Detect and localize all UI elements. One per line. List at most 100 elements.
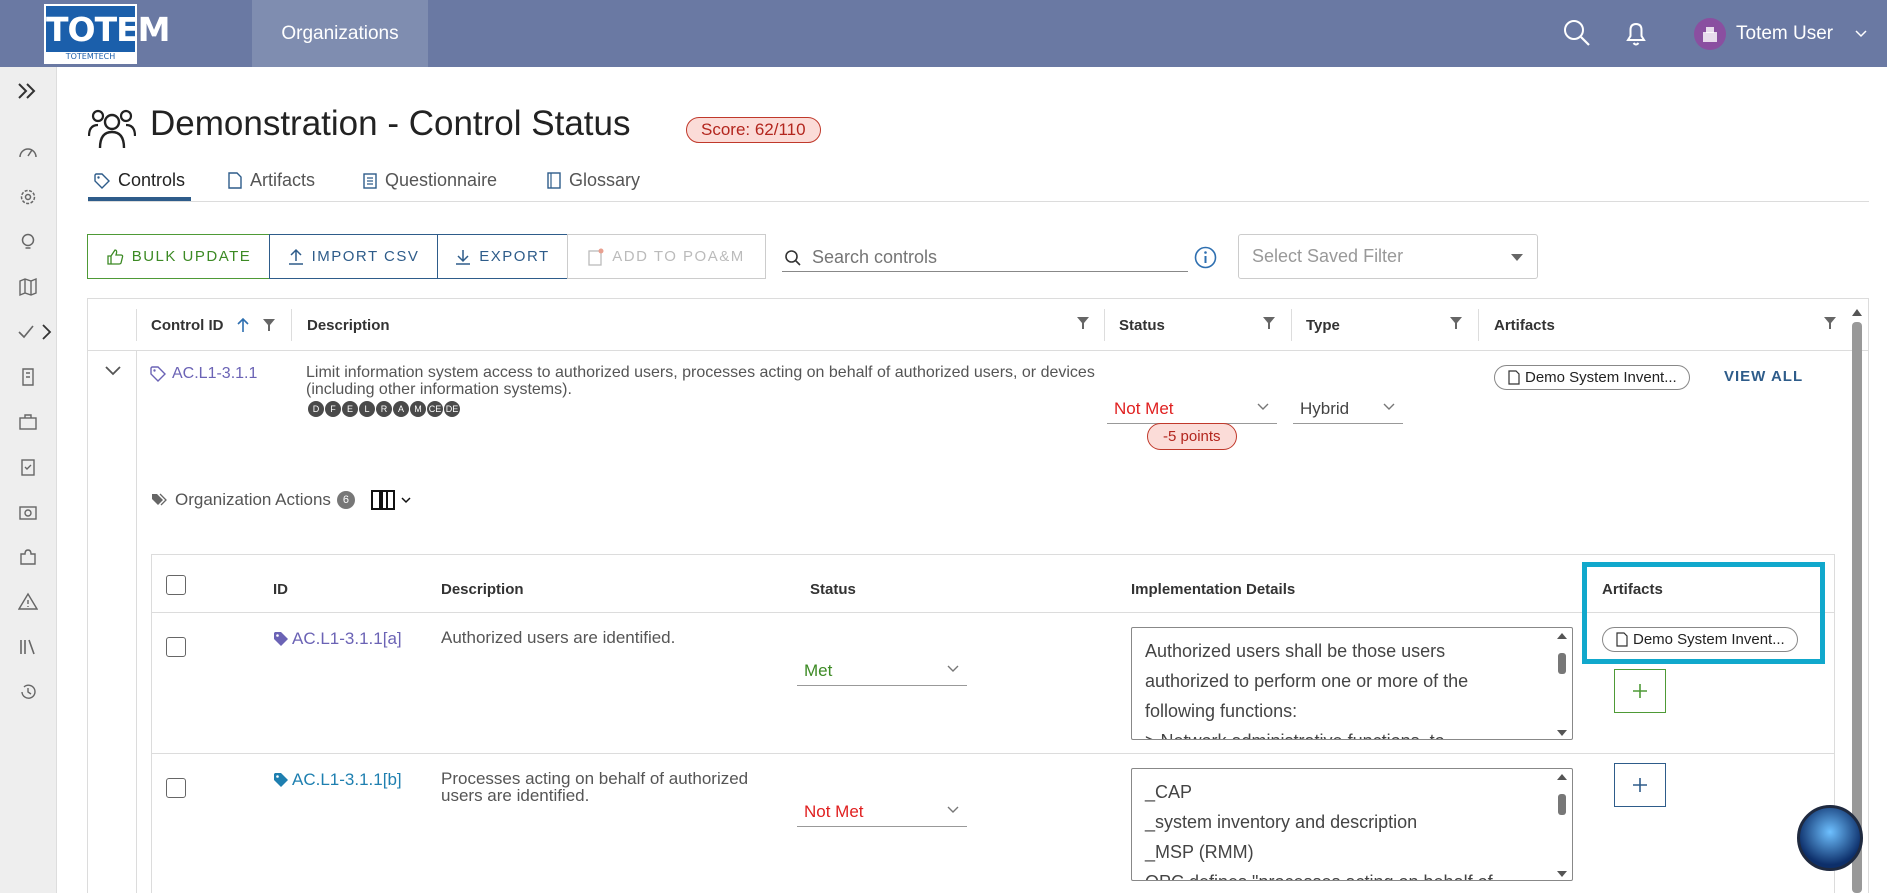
lightbulb-icon[interactable]: [17, 231, 39, 253]
row-id-text: AC.L1-3.1.1[b]: [292, 770, 402, 789]
row-status-value: Not Met: [804, 801, 864, 821]
download-icon: [456, 249, 471, 265]
upload-icon: [288, 248, 303, 265]
grid-scrollbar[interactable]: [1849, 302, 1865, 893]
briefcase-icon[interactable]: [17, 411, 39, 433]
row-status-select[interactable]: Not Met: [797, 797, 967, 827]
sub-col-description[interactable]: Description: [441, 581, 524, 598]
tab-glossary[interactable]: Glossary: [547, 170, 640, 191]
sub-col-status[interactable]: Status: [810, 581, 856, 598]
filter-icon[interactable]: [1262, 316, 1276, 330]
chevron-down-icon[interactable]: [104, 365, 122, 377]
col-status[interactable]: Status: [1119, 299, 1165, 351]
row-checkbox[interactable]: [166, 778, 186, 798]
grid-header: Control ID Description Status Type Artif…: [88, 299, 1868, 351]
tab-questionnaire-label: Questionnaire: [385, 170, 498, 190]
col-type[interactable]: Type: [1306, 299, 1340, 351]
book-icon: [547, 172, 561, 189]
tab-artifacts[interactable]: Artifacts: [228, 170, 315, 191]
saved-filter-placeholder: Select Saved Filter: [1252, 246, 1404, 266]
row-checkbox[interactable]: [166, 637, 186, 657]
organization-actions-header[interactable]: Organization Actions 6: [151, 490, 411, 510]
implementation-details-textarea[interactable]: _CAP _system inventory and description _…: [1131, 768, 1573, 881]
nav-organizations[interactable]: Organizations: [252, 0, 428, 67]
users-group-icon: [87, 106, 137, 157]
col-description[interactable]: Description: [307, 299, 390, 351]
status-select[interactable]: Not Met: [1107, 394, 1277, 424]
tab-glossary-label: Glossary: [569, 170, 641, 190]
type-value: Hybrid: [1300, 398, 1350, 418]
puzzle-icon[interactable]: [17, 546, 39, 568]
bell-icon[interactable]: [1619, 16, 1653, 50]
badge: E: [342, 401, 358, 417]
view-all-link[interactable]: VIEW ALL: [1724, 368, 1803, 385]
chevron-down-icon: [1383, 403, 1395, 410]
control-id-link[interactable]: AC.L1-3.1.1: [150, 365, 257, 383]
add-artifact-button[interactable]: [1614, 763, 1666, 807]
sort-up-icon[interactable]: [236, 317, 250, 333]
columns-icon[interactable]: [370, 490, 395, 510]
saved-filter-select[interactable]: Select Saved Filter: [1238, 234, 1538, 279]
export-label: EXPORT: [479, 248, 550, 265]
history-icon[interactable]: [17, 681, 39, 703]
score-badge: Score: 62/110: [686, 117, 821, 143]
search-icon[interactable]: [1560, 16, 1594, 50]
expand-sidebar-icon[interactable]: [16, 81, 40, 106]
artifact-chip[interactable]: Demo System Invent...: [1494, 365, 1690, 390]
warning-icon[interactable]: [17, 591, 39, 613]
badge-row: D F E L R A M CE DE: [308, 401, 460, 417]
sub-col-implementation-details[interactable]: Implementation Details: [1131, 581, 1295, 598]
impl-line: _system inventory and description: [1145, 812, 1418, 832]
help-chat-avatar[interactable]: [1797, 805, 1863, 871]
import-csv-button[interactable]: IMPORT CSV: [269, 234, 438, 279]
filter-icon[interactable]: [1449, 316, 1463, 330]
logo-subtext: TOTEMTECH: [46, 52, 135, 62]
badge: DE: [444, 401, 460, 417]
select-all-checkbox[interactable]: [166, 575, 186, 595]
impl-line: Authorized users shall be those users: [1145, 641, 1446, 661]
filter-icon[interactable]: [1823, 316, 1837, 330]
type-select[interactable]: Hybrid: [1293, 394, 1403, 424]
textarea-scrollbar[interactable]: [1554, 630, 1570, 739]
bulk-update-label: BULK UPDATE: [131, 248, 252, 265]
file-icon: [1508, 370, 1520, 385]
info-icon[interactable]: [1194, 246, 1217, 274]
row-status-select[interactable]: Met: [797, 656, 967, 686]
camera-icon[interactable]: [17, 501, 39, 523]
map-icon[interactable]: [17, 276, 39, 298]
search-input[interactable]: [812, 247, 1172, 268]
totem-logo[interactable]: TOTEM TOTEMTECH: [44, 4, 170, 64]
sub-col-id[interactable]: ID: [273, 581, 288, 598]
chevron-down-icon[interactable]: [401, 496, 411, 504]
table-row: AC.L1-3.1.1[b] Processes acting on behal…: [152, 754, 1834, 893]
badge: A: [393, 401, 409, 417]
filter-icon[interactable]: [1076, 316, 1090, 330]
bulk-update-button[interactable]: BULK UPDATE: [87, 234, 270, 279]
row-id-link[interactable]: AC.L1-3.1.1[a]: [273, 629, 402, 649]
tag-icon: [274, 632, 288, 646]
row-description-line: Processes acting on behalf of authorized: [441, 769, 749, 788]
library-icon[interactable]: [17, 636, 39, 658]
filter-icon[interactable]: [262, 318, 276, 332]
plus-icon: [1633, 778, 1647, 792]
add-artifact-button[interactable]: [1614, 669, 1666, 713]
implementation-details-textarea[interactable]: Authorized users shall be those users au…: [1131, 627, 1573, 740]
clipboard-list-icon: [363, 173, 377, 189]
document-icon[interactable]: [17, 366, 39, 388]
check-expand-icon[interactable]: [17, 321, 57, 343]
col-artifacts[interactable]: Artifacts: [1494, 299, 1555, 351]
textarea-scrollbar[interactable]: [1554, 771, 1570, 880]
chevron-down-icon: [947, 665, 959, 672]
gear-icon[interactable]: [17, 186, 39, 208]
col-control-id[interactable]: Control ID: [151, 299, 276, 351]
user-menu[interactable]: Totem User: [1694, 14, 1867, 54]
tab-questionnaire[interactable]: Questionnaire: [363, 170, 497, 191]
add-to-poam-button[interactable]: ADD TO POA&M: [567, 234, 766, 279]
export-button[interactable]: EXPORT: [437, 234, 568, 279]
dashboard-icon[interactable]: [17, 141, 39, 163]
points-badge: -5 points: [1147, 423, 1237, 450]
row-id-link[interactable]: AC.L1-3.1.1[b]: [273, 770, 402, 790]
active-tab-indicator: [88, 197, 191, 201]
tab-controls[interactable]: Controls: [94, 170, 185, 191]
clipboard-icon[interactable]: [17, 456, 39, 478]
